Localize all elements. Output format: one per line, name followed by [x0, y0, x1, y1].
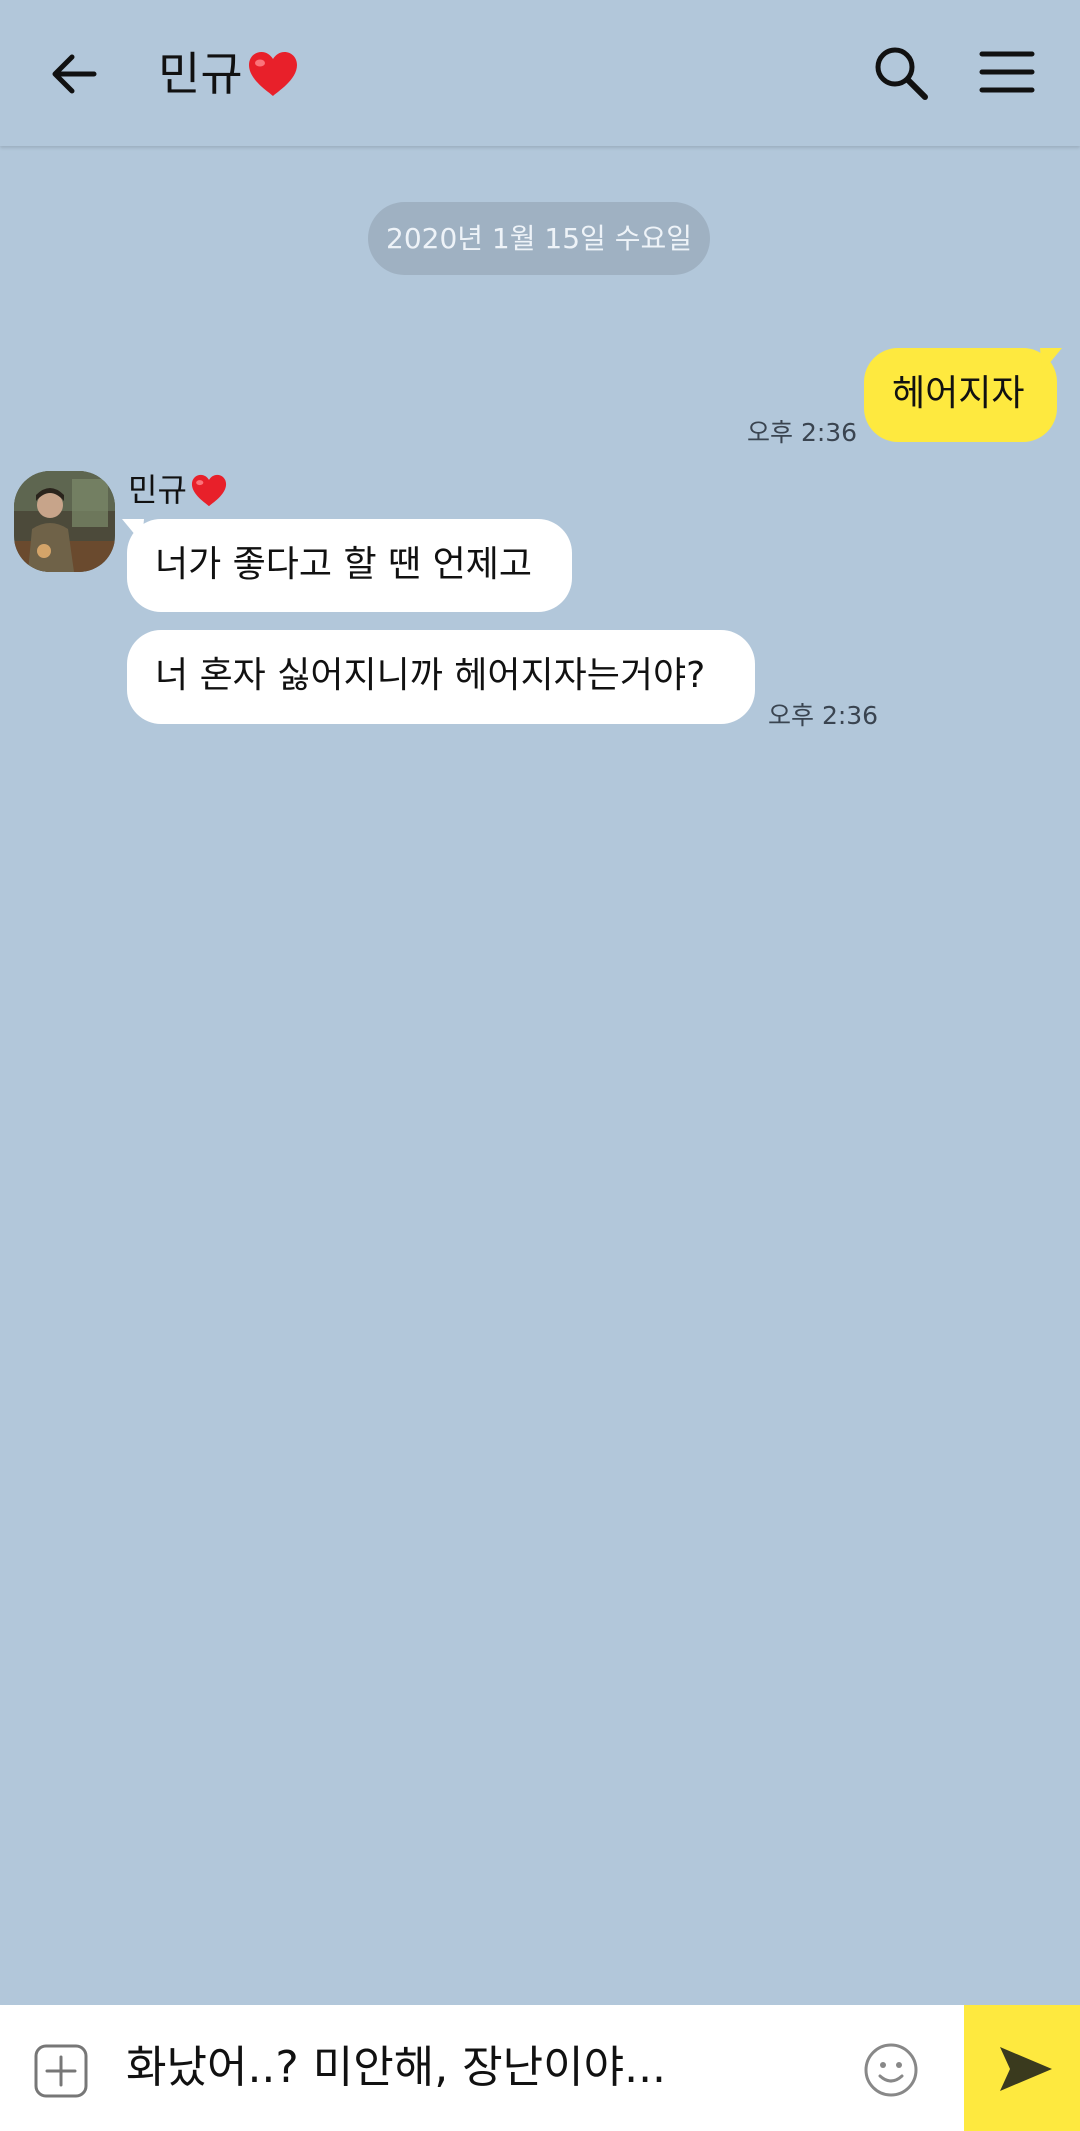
their-message-time: 오후 2:36: [768, 701, 879, 730]
search-icon: [875, 47, 928, 100]
sender-name: 민규: [128, 470, 229, 510]
plus-square-icon: [34, 2044, 88, 2098]
my-message-time: 오후 2:36: [747, 418, 858, 447]
their-message-text: 너 혼자 싫어지니까 헤어지자는거야?: [155, 655, 706, 696]
chat-header: 민규: [0, 0, 1080, 146]
my-message-bubble[interactable]: 헤어지자: [864, 348, 1057, 442]
send-button[interactable]: [964, 2005, 1080, 2131]
arrow-left-icon: [52, 54, 97, 94]
smiley-icon: [864, 2043, 918, 2097]
red-heart-icon: [191, 474, 226, 506]
red-heart-icon: [248, 52, 297, 96]
message-input-bar: 화났어..? 미안해, 장난이야...: [0, 2005, 1080, 2131]
hamburger-menu-icon: [979, 51, 1035, 93]
send-arrow-icon: [1000, 2047, 1052, 2091]
emoji-button[interactable]: [862, 2041, 920, 2099]
menu-button[interactable]: [978, 46, 1036, 98]
their-message-bubble[interactable]: 너가 좋다고 할 땐 언제고: [127, 519, 572, 612]
search-button[interactable]: [870, 42, 932, 104]
back-button[interactable]: [44, 44, 104, 104]
sender-name-text: 민규: [128, 471, 187, 509]
my-message-text: 헤어지자: [892, 373, 1025, 414]
their-message-bubble[interactable]: 너 혼자 싫어지니까 헤어지자는거야?: [127, 630, 755, 724]
date-divider: 2020년 1월 15일 수요일: [368, 202, 710, 275]
chat-title: 민규: [158, 46, 301, 102]
their-message-text: 너가 좋다고 할 땐 언제고: [155, 544, 532, 585]
avatar[interactable]: [14, 471, 115, 572]
message-input[interactable]: 화났어..? 미안해, 장난이야...: [126, 2035, 846, 2101]
chat-title-text: 민규: [158, 47, 243, 101]
profile-photo: [14, 471, 115, 572]
attach-button[interactable]: [33, 2043, 89, 2099]
